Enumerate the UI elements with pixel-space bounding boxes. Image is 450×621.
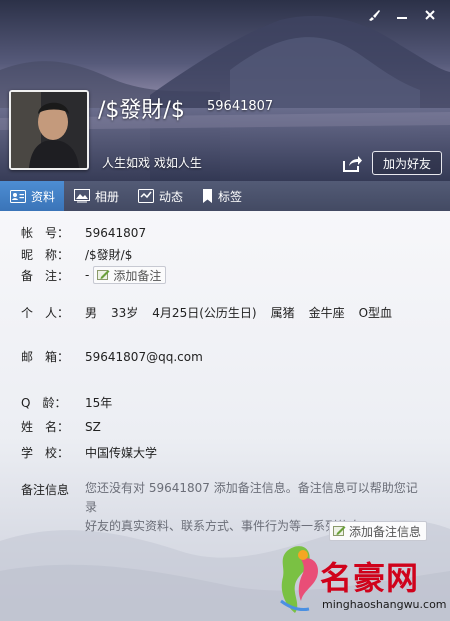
avatar[interactable] — [9, 90, 89, 170]
school-row: 学 校： 中国传媒大学 — [21, 444, 157, 461]
add-note-button[interactable]: 添加备注 — [93, 266, 167, 284]
watermark-url: minghaoshangwu.com — [322, 598, 447, 611]
blood-type-value: O型血 — [358, 306, 393, 320]
profile-signature: 人生如戏 戏如人生 — [102, 156, 202, 170]
birthday-value: 4月25日(公历生日) — [152, 306, 257, 320]
school-label: 学 校： — [21, 446, 70, 460]
tab-tags[interactable]: 标签 — [192, 181, 251, 211]
school-value: 中国传媒大学 — [85, 446, 158, 460]
profile-card-icon — [10, 189, 26, 203]
photo-album-icon — [74, 189, 91, 203]
qage-label: Q 龄： — [21, 396, 67, 410]
profile-nickname: /$發財/$ — [98, 98, 185, 123]
account-value: 59641807 — [85, 225, 147, 240]
qage-row: Q 龄： 15年 — [21, 394, 112, 411]
feed-icon — [138, 189, 155, 203]
add-remark-button[interactable]: 添加备注信息 — [329, 521, 428, 541]
profile-tabs: 资料 相册 动态 标签 — [0, 181, 450, 211]
constellation-value: 金牛座 — [308, 306, 345, 320]
window-controls — [360, 4, 444, 26]
note-value: - — [85, 268, 90, 282]
name-row: 姓 名： SZ — [21, 418, 101, 435]
avatar-image — [11, 92, 87, 168]
skin-brush-icon[interactable] — [360, 4, 388, 26]
note-label: 备 注： — [21, 268, 70, 283]
profile-header: /$發財/$ 59641807 人生如戏 戏如人生 加为好友 — [0, 0, 450, 181]
bookmark-icon — [203, 188, 213, 203]
add-note-label: 添加备注 — [113, 268, 162, 283]
add-remark-label: 添加备注信息 — [349, 524, 422, 539]
personal-label: 个 人： — [21, 306, 70, 320]
email-row: 邮 箱： 59641807@qq.com — [21, 348, 203, 365]
watermark-title: 名豪网 — [320, 559, 420, 597]
gender-value: 男 — [85, 306, 98, 320]
minimize-icon[interactable] — [388, 4, 416, 26]
account-label: 帐 号： — [21, 226, 70, 240]
tab-tags-label: 标签 — [218, 189, 243, 204]
tab-album-label: 相册 — [95, 189, 120, 204]
profile-qq-number: 59641807 — [207, 99, 274, 114]
tab-feed[interactable]: 动态 — [128, 181, 192, 211]
tab-profile[interactable]: 资料 — [0, 181, 65, 211]
edit-note-icon — [97, 270, 110, 280]
personal-row: 个 人： 男 33岁 4月25日(公历生日) 属猪 金牛座 O型血 — [21, 304, 392, 321]
close-icon[interactable] — [416, 4, 444, 26]
name-value: SZ — [85, 419, 101, 434]
nickname-label: 昵 称： — [21, 248, 70, 262]
nickname-value: /$發財/$ — [85, 248, 133, 262]
note-row: 备 注： - 添加备注 — [21, 266, 167, 284]
email-label: 邮 箱： — [21, 350, 70, 364]
account-row: 帐 号： 59641807 — [21, 224, 146, 241]
age-value: 33岁 — [111, 306, 139, 320]
edit-note-icon — [333, 526, 346, 536]
tab-album[interactable]: 相册 — [64, 181, 128, 211]
share-icon[interactable] — [341, 152, 363, 174]
qage-value: 15年 — [85, 396, 113, 410]
profile-window: /$發財/$ 59641807 人生如戏 戏如人生 加为好友 资料 相册 动态 … — [0, 0, 450, 621]
email-value[interactable]: 59641807@qq.com — [85, 350, 203, 364]
tab-profile-label: 资料 — [31, 189, 56, 204]
name-label: 姓 名： — [21, 420, 70, 434]
remark-line-1: 您还没有对 59641807 添加备注信息。备注信息可以帮助您记录 — [85, 481, 418, 514]
add-friend-button[interactable]: 加为好友 — [372, 151, 442, 175]
zodiac-value: 属猪 — [270, 306, 295, 320]
tab-feed-label: 动态 — [159, 189, 184, 204]
remark-label: 备注信息 — [21, 483, 70, 497]
nickname-row: 昵 称： /$發財/$ — [21, 246, 132, 263]
